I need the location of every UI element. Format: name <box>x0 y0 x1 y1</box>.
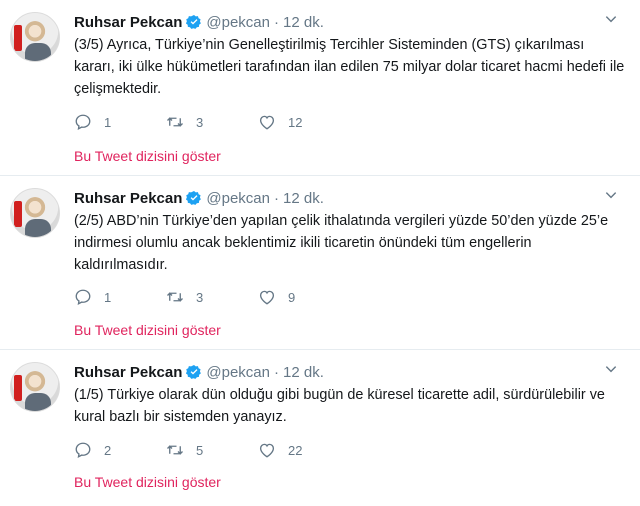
tweet-header: Ruhsar Pekcan @pekcan · 12 dk. <box>74 188 324 208</box>
retweet-button[interactable]: 5 <box>166 441 258 459</box>
tweet-header: Ruhsar Pekcan @pekcan · 12 dk. <box>74 12 324 32</box>
reply-icon <box>75 442 91 458</box>
verified-badge-icon <box>186 365 202 379</box>
tweet[interactable]: Ruhsar Pekcan @pekcan · 12 dk. (3/5) Ayr… <box>0 0 640 176</box>
like-count: 22 <box>288 442 303 458</box>
reply-count: 1 <box>104 289 112 305</box>
tweet-actions: 1 3 9 <box>74 288 350 306</box>
show-thread-link[interactable]: Bu Tweet dizisini göster <box>74 474 221 490</box>
chevron-down-icon[interactable] <box>604 362 618 376</box>
tweet[interactable]: Ruhsar Pekcan @pekcan · 12 dk. (2/5) ABD… <box>0 176 640 350</box>
separator-dot: · <box>274 13 279 31</box>
tweet-text: (3/5) Ayrıca, Türkiye’nin Genelleştirilm… <box>74 37 625 97</box>
tweet-header: Ruhsar Pekcan @pekcan · 12 dk. <box>74 362 324 382</box>
heart-icon <box>259 115 275 130</box>
show-thread-link[interactable]: Bu Tweet dizisini göster <box>74 148 221 164</box>
reply-button[interactable]: 1 <box>74 113 166 131</box>
timestamp[interactable]: 12 dk. <box>283 190 324 207</box>
avatar[interactable] <box>10 188 60 238</box>
separator-dot: · <box>274 189 279 207</box>
author-name[interactable]: Ruhsar Pekcan <box>74 364 182 381</box>
author-name[interactable]: Ruhsar Pekcan <box>74 190 182 207</box>
like-button[interactable]: 22 <box>258 441 350 459</box>
tweet[interactable]: Ruhsar Pekcan @pekcan · 12 dk. (1/5) Tür… <box>0 350 640 506</box>
heart-icon <box>259 290 275 305</box>
retweet-icon <box>167 117 183 127</box>
avatar[interactable] <box>10 12 60 62</box>
show-thread-link[interactable]: Bu Tweet dizisini göster <box>74 322 221 338</box>
reply-icon <box>75 289 91 305</box>
retweet-count: 5 <box>196 442 204 458</box>
retweet-count: 3 <box>196 114 204 130</box>
like-button[interactable]: 12 <box>258 113 350 131</box>
avatar[interactable] <box>10 362 60 412</box>
verified-badge-icon <box>186 15 202 29</box>
tweet-actions: 2 5 22 <box>74 441 350 459</box>
reply-button[interactable]: 1 <box>74 288 166 306</box>
author-handle[interactable]: @pekcan <box>206 364 270 381</box>
chevron-down-icon[interactable] <box>604 12 618 26</box>
like-button[interactable]: 9 <box>258 288 350 306</box>
reply-count: 2 <box>104 442 112 458</box>
separator-dot: · <box>274 363 279 381</box>
retweet-button[interactable]: 3 <box>166 113 258 131</box>
reply-icon <box>75 114 91 130</box>
retweet-icon <box>167 292 183 302</box>
timestamp[interactable]: 12 dk. <box>283 364 324 381</box>
tweet-actions: 1 3 12 <box>74 113 350 131</box>
like-count: 12 <box>288 114 303 130</box>
tweet-feed: Ruhsar Pekcan @pekcan · 12 dk. (3/5) Ayr… <box>0 0 640 506</box>
tweet-text: (2/5) ABD’nin Türkiye’den yapılan çelik … <box>74 213 609 273</box>
retweet-button[interactable]: 3 <box>166 288 258 306</box>
author-handle[interactable]: @pekcan <box>206 14 270 31</box>
retweet-icon <box>167 445 183 455</box>
author-handle[interactable]: @pekcan <box>206 190 270 207</box>
author-name[interactable]: Ruhsar Pekcan <box>74 14 182 31</box>
like-count: 9 <box>288 289 296 305</box>
chevron-down-icon[interactable] <box>604 188 618 202</box>
tweet-text: (1/5) Türkiye olarak dün olduğu gibi bug… <box>74 387 605 425</box>
verified-badge-icon <box>186 191 202 205</box>
reply-count: 1 <box>104 114 112 130</box>
reply-button[interactable]: 2 <box>74 441 166 459</box>
timestamp[interactable]: 12 dk. <box>283 14 324 31</box>
heart-icon <box>259 443 275 458</box>
retweet-count: 3 <box>196 289 204 305</box>
